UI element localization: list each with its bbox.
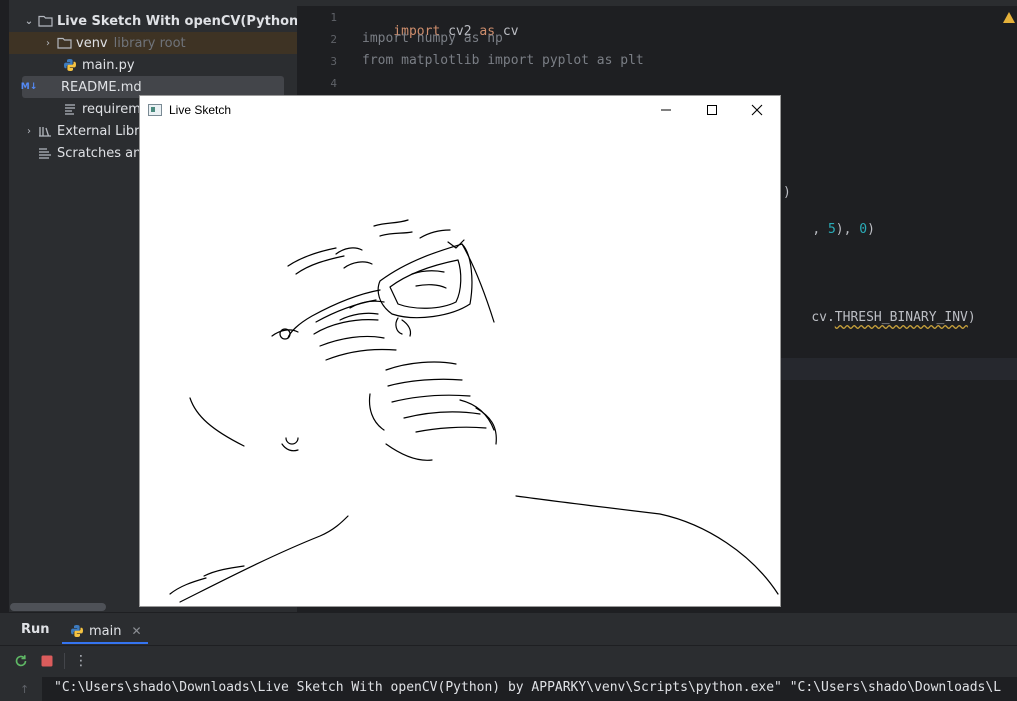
- code-line-2[interactable]: import numpy as np: [362, 31, 503, 46]
- divider: [0, 645, 1017, 646]
- minimize-icon: [661, 109, 671, 111]
- tree-item-venv[interactable]: › venv library root: [9, 32, 297, 54]
- tool-window-strip: [0, 0, 9, 612]
- tree-item-requirements[interactable]: requireme: [61, 98, 149, 120]
- minimize-button[interactable]: [643, 96, 689, 124]
- close-icon[interactable]: ✕: [131, 624, 141, 638]
- code-fragment[interactable]: cv.THRESH_BINARY_INV): [780, 295, 976, 340]
- chevron-down-icon[interactable]: ⌄: [22, 16, 36, 27]
- console-output[interactable]: "C:\Users\shado\Downloads\Live Sketch Wi…: [42, 677, 1017, 701]
- file-label: README.md: [61, 79, 142, 95]
- folder-icon: [36, 15, 54, 27]
- window-title: Live Sketch: [169, 103, 232, 117]
- code-fragment[interactable]: , 5), 0): [781, 207, 875, 252]
- more-vertical-icon: ⋮: [74, 653, 88, 669]
- tab-label: main: [89, 623, 122, 639]
- python-file-icon: [70, 624, 84, 638]
- tree-item-external-libraries[interactable]: › External Libr: [22, 120, 140, 142]
- file-label: main.py: [82, 57, 135, 73]
- tree-item-scratches[interactable]: Scratches an: [36, 142, 141, 164]
- markdown-file-icon: M↓: [20, 82, 38, 92]
- rerun-button[interactable]: [13, 653, 29, 669]
- run-panel-title: Run: [21, 622, 50, 637]
- tab-main[interactable]: main ✕: [70, 619, 142, 643]
- stop-icon: [41, 655, 53, 667]
- scroll-up-icon[interactable]: ↑: [20, 683, 29, 696]
- code-text: cv.: [811, 310, 835, 325]
- tree-item-readme[interactable]: M↓ README.md: [20, 76, 284, 98]
- file-label: requireme: [82, 101, 149, 117]
- venv-label: venv: [76, 35, 108, 51]
- app-window-icon: [148, 104, 162, 116]
- warning-icon[interactable]: [1003, 12, 1015, 23]
- code-fragment[interactable]: ): [783, 185, 791, 200]
- more-options-button[interactable]: ⋮: [73, 653, 89, 669]
- number-literal: 0: [859, 222, 868, 237]
- close-icon: [751, 104, 763, 116]
- maximize-button[interactable]: [689, 96, 735, 124]
- code-text: ),: [835, 222, 860, 237]
- number-literal: 5: [827, 222, 836, 237]
- library-icon: [36, 125, 54, 137]
- console-line: "C:\Users\shado\Downloads\Live Sketch Wi…: [54, 680, 1002, 695]
- code-line-3[interactable]: from matplotlib import pyplot as plt: [362, 53, 644, 68]
- horizontal-scrollbar[interactable]: [10, 603, 106, 611]
- folder-icon: [55, 37, 73, 49]
- line-number: 1: [330, 11, 337, 24]
- maximize-icon: [707, 105, 717, 115]
- library-root-hint: library root: [113, 35, 186, 51]
- external-libraries-label: External Libr: [57, 123, 140, 139]
- project-root-label: Live Sketch With openCV(Python) by: [57, 13, 327, 29]
- live-sketch-window[interactable]: Live Sketch: [140, 96, 780, 606]
- line-number: 3: [330, 55, 337, 68]
- close-window-button[interactable]: [734, 96, 780, 124]
- scratches-label: Scratches an: [57, 145, 142, 161]
- editor-tab-strip: [297, 0, 1017, 6]
- text-file-icon: [61, 103, 79, 115]
- chevron-right-icon[interactable]: ›: [22, 126, 36, 137]
- toolbar-separator: [64, 653, 65, 669]
- code-text: ): [867, 222, 875, 237]
- sketch-image: [169, 219, 779, 603]
- run-panel: Run main ✕ ⋮ ↑ "C:\Users\shado\Downloads…: [0, 612, 1017, 701]
- chevron-right-icon[interactable]: ›: [41, 38, 55, 49]
- scratches-icon: [36, 147, 54, 159]
- tree-item-main-py[interactable]: main.py: [61, 54, 135, 76]
- active-tab-indicator: [62, 642, 148, 644]
- constant-name: THRESH_BINARY_INV: [834, 310, 968, 325]
- line-number: 4: [330, 77, 337, 90]
- window-titlebar[interactable]: Live Sketch: [140, 96, 780, 124]
- code-text: ): [967, 310, 976, 325]
- stop-button[interactable]: [39, 653, 55, 669]
- rerun-icon: [15, 655, 27, 667]
- python-file-icon: [61, 58, 79, 72]
- console-gutter: ↑: [0, 677, 42, 701]
- line-number: 2: [330, 33, 337, 46]
- code-text: ,: [812, 222, 828, 237]
- tree-item-project-root[interactable]: ⌄ Live Sketch With openCV(Python) by: [22, 10, 327, 32]
